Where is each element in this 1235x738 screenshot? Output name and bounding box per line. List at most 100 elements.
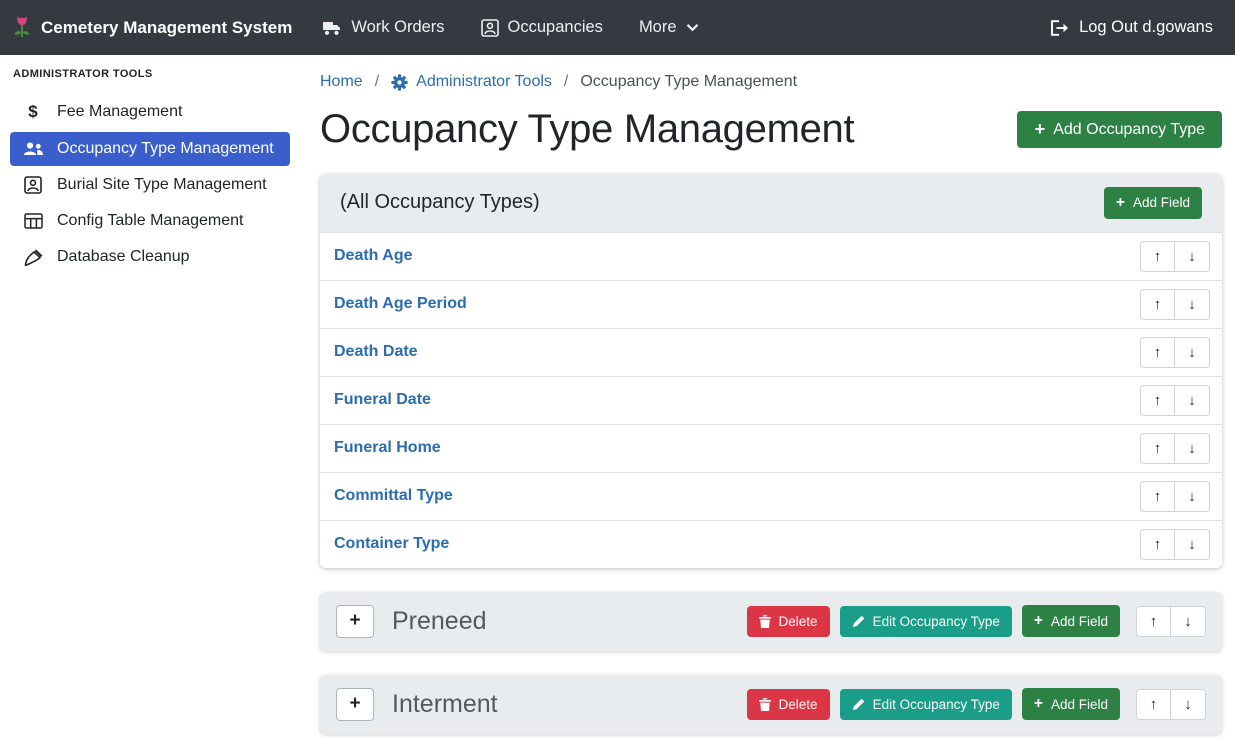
sidebar-item-label: Occupancy Type Management [57,140,274,158]
table-icon [22,213,44,229]
move-up-button[interactable]: ↑ [1136,689,1171,720]
brand[interactable]: Cemetery Management System [12,14,292,41]
logout-link[interactable]: Log Out d.gowans [1050,18,1213,37]
breadcrumb-current: Occupancy Type Management [580,73,797,91]
reorder-group: ↑ ↓ [1140,385,1210,416]
move-down-button[interactable]: ↓ [1171,689,1206,720]
breadcrumb-separator: / [375,73,379,91]
breadcrumb-admin-tools-link[interactable]: Administrator Tools [391,73,552,91]
field-link[interactable]: Container Type [332,535,449,553]
field-link[interactable]: Committal Type [332,487,453,505]
trash-icon [759,698,771,711]
plus-icon: + [1034,696,1043,712]
add-occupancy-type-button[interactable]: + Add Occupancy Type [1017,111,1222,147]
move-down-button[interactable]: ↓ [1175,241,1210,272]
reorder-group: ↑ ↓ [1136,689,1206,720]
section-actions: Delete Edit Occupancy Type + Add Field ↑ [747,605,1206,637]
flower-logo-icon [12,14,32,41]
breadcrumb-separator: / [564,73,568,91]
breadcrumb-home-link[interactable]: Home [320,73,363,91]
field-row-funeral-home: Funeral Home ↑ ↓ [320,424,1222,472]
add-field-button[interactable]: + Add Field [1022,605,1120,637]
section-actions: Delete Edit Occupancy Type + Add Field ↑ [747,688,1206,720]
field-row-funeral-date: Funeral Date ↑ ↓ [320,376,1222,424]
move-up-button[interactable]: ↑ [1140,337,1175,368]
top-navbar: Cemetery Management System Work Orders O… [0,0,1235,55]
sidebar-heading: Administrator Tools [0,68,300,92]
pencil-icon [852,698,865,711]
delete-button[interactable]: Delete [747,606,830,637]
move-up-button[interactable]: ↑ [1140,481,1175,512]
sidebar-item-config-table-management[interactable]: Config Table Management [10,204,290,238]
move-up-button[interactable]: ↑ [1140,241,1175,272]
trash-icon [759,615,771,628]
sidebar-item-label: Fee Management [57,103,182,121]
nav-occupancies-label: Occupancies [508,18,603,37]
expand-button[interactable]: + [336,688,374,721]
move-down-button[interactable]: ↓ [1175,433,1210,464]
sidebar-item-label: Burial Site Type Management [57,176,267,194]
reorder-group: ↑ ↓ [1136,606,1206,637]
nav-work-orders[interactable]: Work Orders [322,18,444,37]
pencil-icon [852,615,865,628]
expand-button[interactable]: + [336,605,374,638]
move-down-button[interactable]: ↓ [1175,337,1210,368]
reorder-group: ↑ ↓ [1140,529,1210,560]
move-down-button[interactable]: ↓ [1171,606,1206,637]
move-up-button[interactable]: ↑ [1140,385,1175,416]
move-down-button[interactable]: ↓ [1175,289,1210,320]
dollar-icon: $ [22,102,44,122]
edit-occupancy-type-button[interactable]: Edit Occupancy Type [840,606,1012,637]
field-row-death-date: Death Date ↑ ↓ [320,328,1222,376]
plus-icon: + [1034,120,1045,138]
chevron-down-icon [686,23,699,32]
reorder-group: ↑ ↓ [1140,241,1210,272]
field-link[interactable]: Funeral Home [332,439,441,457]
reorder-group: ↑ ↓ [1140,337,1210,368]
broom-icon [22,249,44,266]
card-header: (All Occupancy Types) + Add Field [320,174,1222,232]
portrait-icon [481,19,499,37]
plus-icon: + [1116,195,1125,211]
sidebar-item-label: Database Cleanup [57,248,190,266]
field-row-death-age-period: Death Age Period ↑ ↓ [320,280,1222,328]
sign-out-icon [1050,20,1070,36]
sidebar-item-label: Config Table Management [57,212,244,230]
main-content: Home / Administrator Tools / Occupa [300,55,1235,738]
portrait-icon [22,176,44,194]
move-down-button[interactable]: ↓ [1175,481,1210,512]
gear-icon [391,74,408,91]
nav-work-orders-label: Work Orders [351,18,444,37]
move-down-button[interactable]: ↓ [1175,385,1210,416]
add-field-button[interactable]: + Add Field [1022,688,1120,720]
sidebar-item-occupancy-type-management[interactable]: Occupancy Type Management [10,132,290,166]
field-link[interactable]: Death Age Period [332,295,467,313]
section-title: Interment [392,690,498,719]
sidebar-item-database-cleanup[interactable]: Database Cleanup [10,240,290,274]
plus-icon: + [1034,613,1043,629]
nav-occupancies[interactable]: Occupancies [481,18,603,37]
section-title: Preneed [392,607,487,636]
reorder-group: ↑ ↓ [1140,433,1210,464]
move-up-button[interactable]: ↑ [1140,529,1175,560]
reorder-group: ↑ ↓ [1140,289,1210,320]
field-link[interactable]: Funeral Date [332,391,431,409]
sidebar-item-fee-management[interactable]: $ Fee Management [10,94,290,130]
move-down-button[interactable]: ↓ [1175,529,1210,560]
sidebar-item-burial-site-type-management[interactable]: Burial Site Type Management [10,168,290,202]
move-up-button[interactable]: ↑ [1136,606,1171,637]
move-up-button[interactable]: ↑ [1140,289,1175,320]
users-icon [22,142,44,156]
sidebar: Administrator Tools $ Fee Management Occ… [0,55,300,738]
all-occupancy-types-card: (All Occupancy Types) + Add Field Death … [320,174,1222,568]
add-field-button[interactable]: + Add Field [1104,187,1202,219]
edit-occupancy-type-button[interactable]: Edit Occupancy Type [840,689,1012,720]
reorder-group: ↑ ↓ [1140,481,1210,512]
nav-more-label: More [639,18,677,37]
nav-more[interactable]: More [639,18,699,37]
field-row-death-age: Death Age ↑ ↓ [320,232,1222,280]
field-link[interactable]: Death Date [332,343,418,361]
field-link[interactable]: Death Age [332,247,413,265]
delete-button[interactable]: Delete [747,689,830,720]
move-up-button[interactable]: ↑ [1140,433,1175,464]
